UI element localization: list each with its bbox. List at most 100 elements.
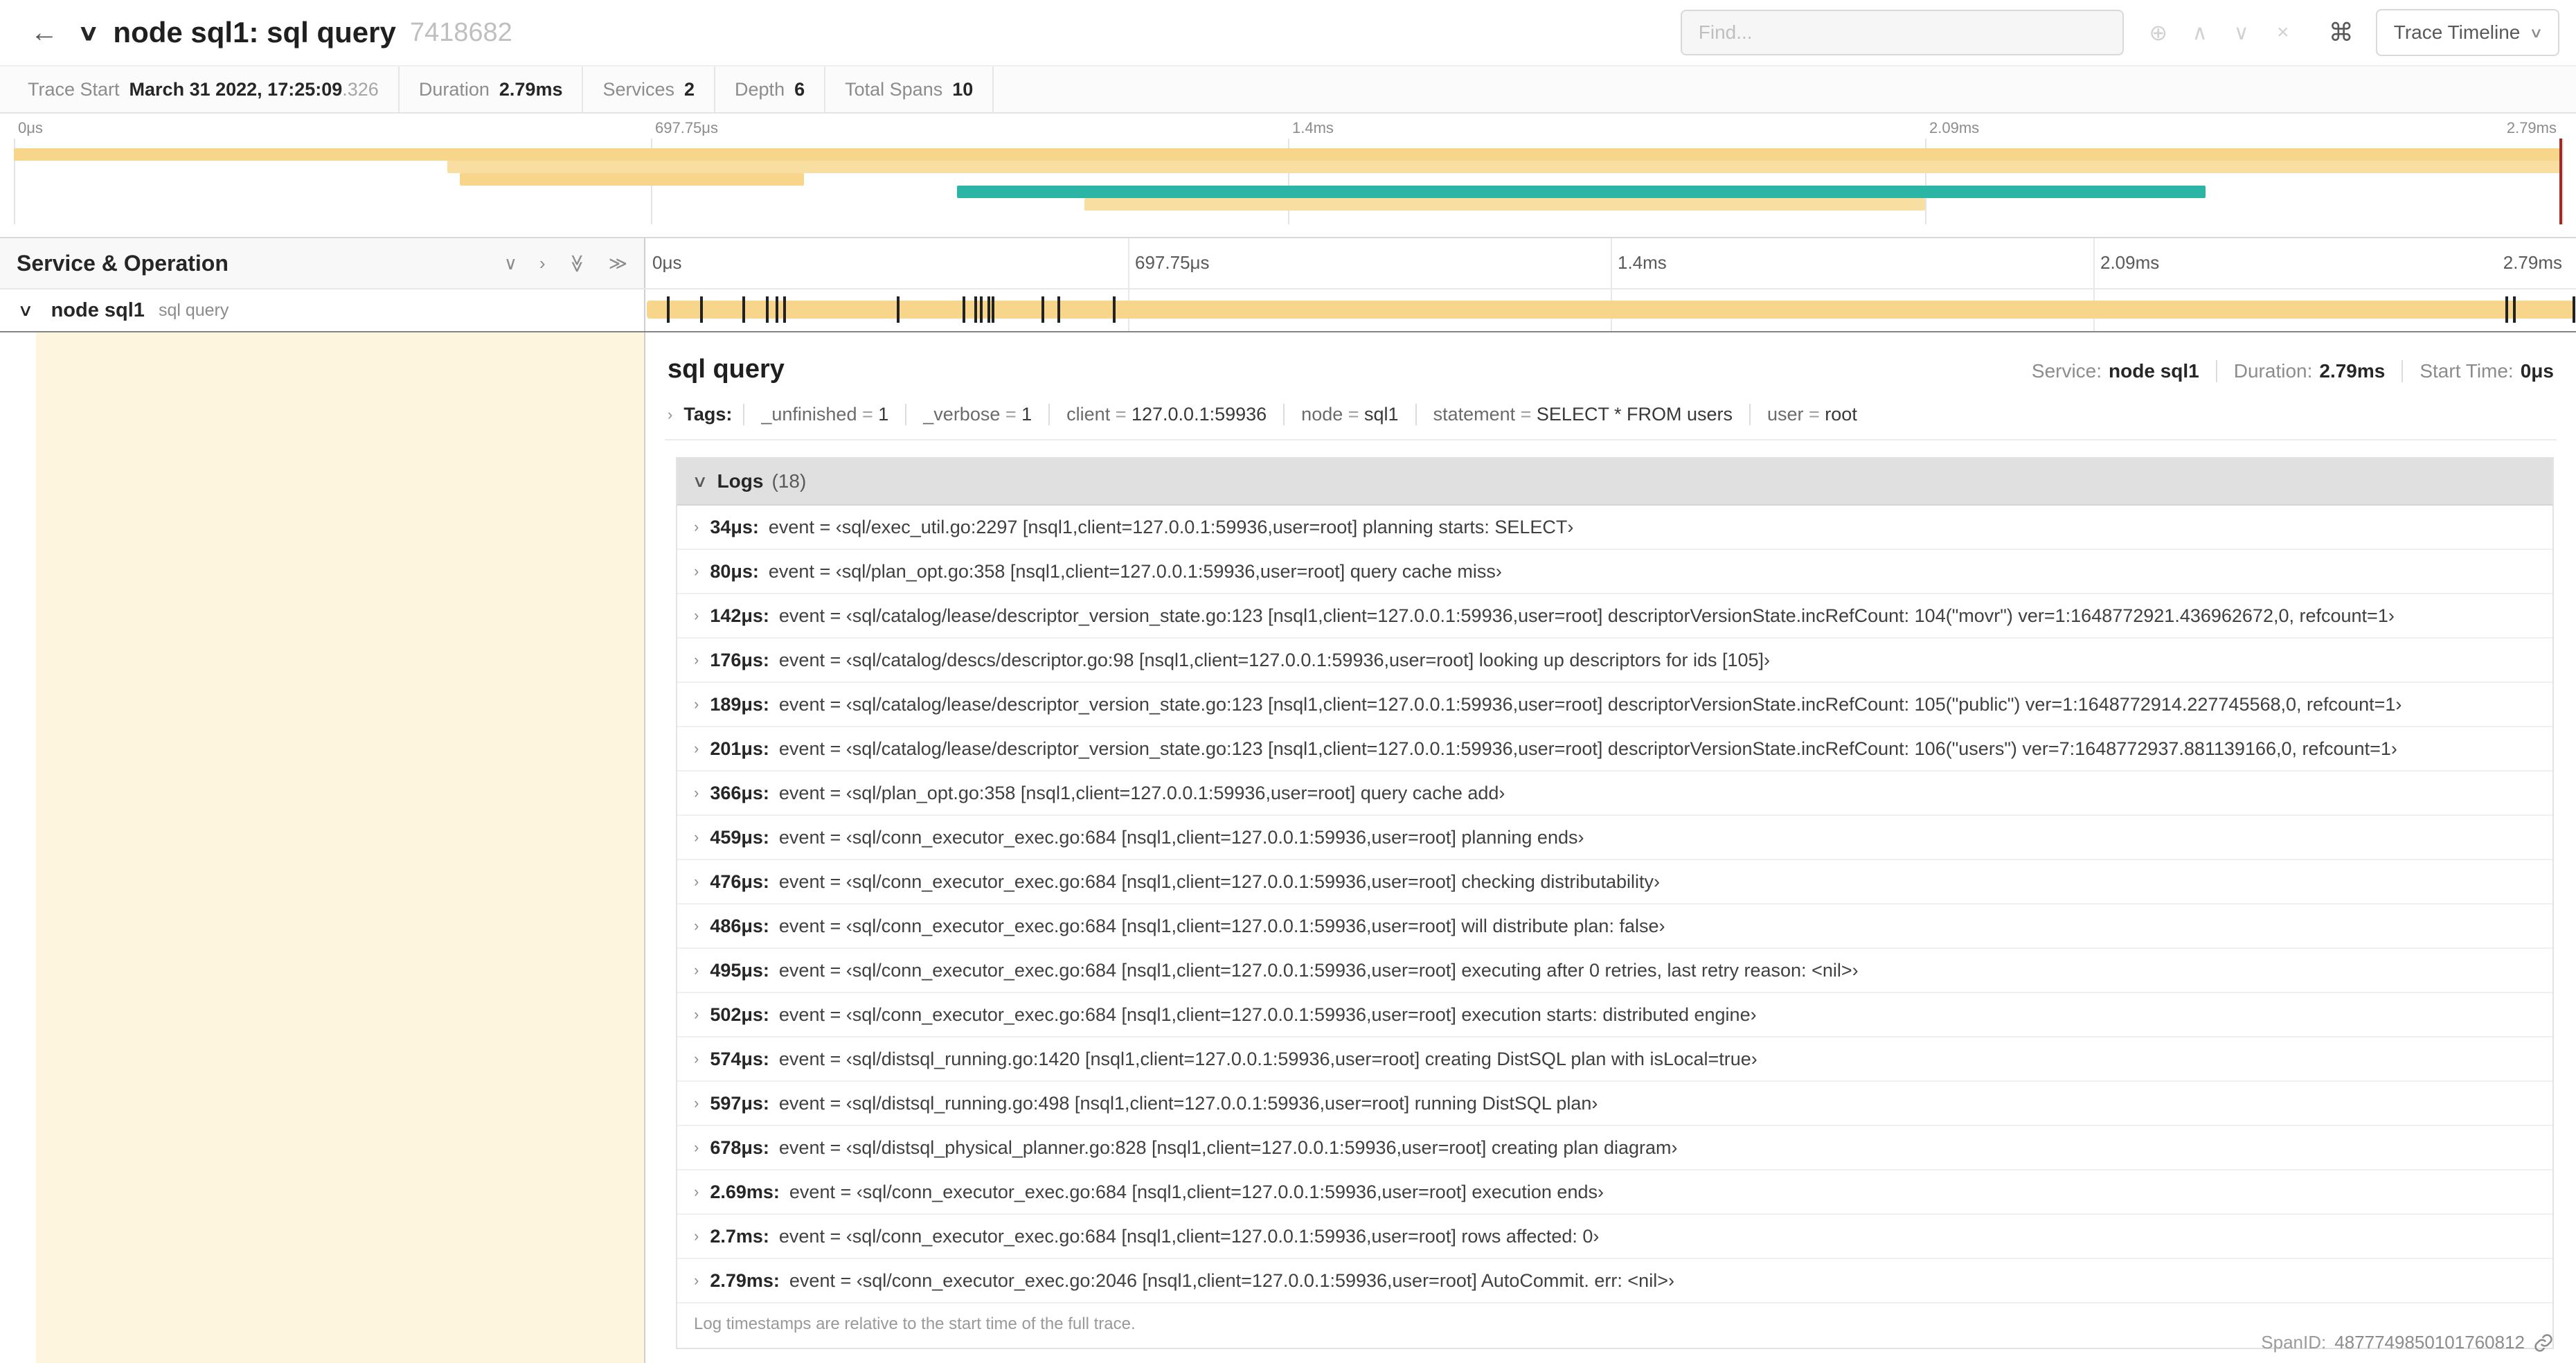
timeline-tick-label: 1.4ms [1618,252,1667,273]
log-row[interactable]: › 502μs: event = ‹sql/conn_executor_exec… [677,993,2552,1037]
timeline-header-row: Service & Operation ∨ › ≫ ≫ 0μs 697.75μs 1.4m… [0,238,2576,289]
summary-value: March 31 2022, 17:25:09 [129,78,343,100]
log-row[interactable]: › 366μs: event = ‹sql/plan_opt.go:358 [n… [677,772,2552,816]
top-bar-right: ⊕ ∧ ∨ × ⌘ Trace Timeline ∨ [1680,9,2559,56]
summary-label: Services [602,78,674,100]
log-row[interactable]: › 176μs: event = ‹sql/catalog/descs/desc… [677,639,2552,683]
timeline-tick-label: 697.75μs [1135,252,1210,273]
tags-label: Tags: [683,404,733,425]
chevron-right-icon: › [694,784,699,801]
prev-match-icon[interactable]: ∧ [2179,21,2221,45]
minimap-span-bar [956,186,2206,198]
log-marker-tick [2512,296,2516,323]
log-row[interactable]: › 142μs: event = ‹sql/catalog/lease/desc… [677,594,2552,639]
span-duration-bar[interactable] [647,301,2575,319]
trace-collapse-icon[interactable]: ∨ [78,19,100,46]
timeline-tick-label: 2.79ms [2503,252,2562,273]
log-event-text: event = ‹sql/plan_opt.go:358 [nsql1,clie… [778,782,1505,803]
log-event-text: event = ‹sql/exec_util.go:2297 [nsql1,cl… [768,516,1574,537]
log-event-text: event = ‹sql/distsql_running.go:1420 [ns… [778,1048,1757,1069]
service-operation-header: Service & Operation ∨ › ≫ ≫ [0,238,645,288]
log-event-text: event = ‹sql/conn_executor_exec.go:684 [… [778,915,1665,936]
timeline-tick-label: 0μs [652,252,682,273]
log-timestamp: 678μs: [710,1137,769,1158]
chevron-right-icon: › [694,1227,699,1245]
log-row[interactable]: › 201μs: event = ‹sql/catalog/lease/desc… [677,727,2552,772]
expand-collapse-icon[interactable]: ≫ [609,253,627,274]
span-detail-meta: Service: node sql1 Duration: 2.79ms Start … [2015,360,2554,382]
log-timestamp: 502μs: [710,1004,769,1025]
log-row[interactable]: › 476μs: event = ‹sql/conn_executor_exec… [677,860,2552,905]
tags-row[interactable]: › Tags: _unfinished = 1 _verbose = 1 clien… [665,404,2557,440]
chevron-right-icon: › [694,518,699,535]
service-operation-title: Service & Operation [17,250,229,276]
log-marker-tick [667,296,670,323]
log-row[interactable]: › 459μs: event = ‹sql/conn_executor_exec… [677,816,2552,860]
log-marker-tick [987,296,991,323]
chevron-down-icon[interactable]: ∨ [17,301,33,321]
log-timestamp: 176μs: [710,649,769,670]
log-row[interactable]: › 189μs: event = ‹sql/catalog/lease/desc… [677,683,2552,727]
log-event-text: event = ‹sql/conn_executor_exec.go:684 [… [778,959,1859,981]
view-selector-button[interactable]: Trace Timeline ∨ [2375,9,2559,56]
log-marker-tick [991,296,994,323]
span-service-name: node sql1 [51,299,145,321]
log-marker-tick [1113,296,1116,323]
back-button[interactable]: ← [30,17,58,48]
meta-duration: Duration: 2.79ms [2215,360,2402,382]
clear-search-icon[interactable]: × [2262,21,2304,44]
log-row[interactable]: › 2.69ms: event = ‹sql/conn_executor_exe… [677,1170,2552,1215]
tag-item: node = sql1 [1283,404,1415,425]
expand-collapse-icon[interactable]: ≫ [566,253,588,272]
meta-start-time: Start Time: 0μs [2401,360,2554,382]
log-row[interactable]: › 486μs: event = ‹sql/conn_executor_exec… [677,905,2552,949]
log-row[interactable]: › 2.79ms: event = ‹sql/conn_executor_exe… [677,1259,2552,1303]
log-event-text: event = ‹sql/conn_executor_exec.go:684 [… [778,826,1584,848]
log-timestamp: 201μs: [710,738,769,759]
log-timestamp: 597μs: [710,1092,769,1114]
link-icon[interactable] [2533,1333,2554,1353]
chevron-right-icon: › [668,405,673,423]
focus-matches-icon[interactable]: ⊕ [2138,19,2179,46]
log-timestamp: 495μs: [710,959,769,981]
expand-collapse-icon[interactable]: › [539,253,546,274]
chevron-down-icon: ∨ [2529,25,2543,41]
span-row[interactable]: ∨ node sql1 sql query [0,289,2576,331]
logs-section: ∨ Logs (18) › 34μs: event = ‹sql/exec_ut… [676,457,2554,1349]
page-title: node sql1: sql query [113,16,396,48]
log-row[interactable]: › 2.7ms: event = ‹sql/conn_executor_exec… [677,1215,2552,1259]
minimap-canvas[interactable] [14,139,2564,224]
span-row-timeline-cell[interactable] [645,289,2576,331]
log-row[interactable]: › 80μs: event = ‹sql/plan_opt.go:358 [ns… [677,550,2552,594]
log-marker-tick [963,296,966,323]
log-row[interactable]: › 495μs: event = ‹sql/conn_executor_exec… [677,949,2552,993]
chevron-right-icon: › [694,1139,699,1156]
next-match-icon[interactable]: ∨ [2221,21,2262,45]
minimap-time-label: 2.09ms [1929,119,1980,136]
log-row[interactable]: › 678μs: event = ‹sql/distsql_physical_p… [677,1126,2552,1170]
chevron-right-icon: › [694,1183,699,1200]
chevron-right-icon: › [694,1006,699,1023]
span-row-name-cell[interactable]: ∨ node sql1 sql query [0,289,645,331]
log-row[interactable]: › 574μs: event = ‹sql/distsql_running.go… [677,1037,2552,1082]
meta-service: Service: node sql1 [2031,360,2199,382]
log-marker-tick [1057,296,1060,323]
summary-value: 6 [794,78,805,100]
find-input[interactable] [1680,10,2124,55]
log-row[interactable]: › 597μs: event = ‹sql/distsql_running.go… [677,1082,2552,1126]
summary-value: 10 [952,78,974,100]
log-marker-tick [782,296,786,323]
expand-collapse-icon[interactable]: ∨ [504,253,517,274]
logs-header[interactable]: ∨ Logs (18) [677,458,2552,506]
log-event-text: event = ‹sql/conn_executor_exec.go:684 [… [778,871,1660,892]
minimap-span-bar [14,148,2562,161]
tag-item: statement = SELECT * FROM users [1415,404,1749,425]
log-row[interactable]: › 34μs: event = ‹sql/exec_util.go:2297 [… [677,506,2552,550]
minimap-time-label: 1.4ms [1292,119,1334,136]
chevron-down-icon: ∨ [692,472,708,491]
log-event-text: event = ‹sql/catalog/descs/descriptor.go… [778,649,1771,670]
top-bar: ← ∨ node sql1: sql query 7418682 ⊕ ∧ ∨ ×… [0,0,2576,65]
keyboard-shortcuts-button[interactable]: ⌘ [2329,18,2354,47]
chevron-right-icon: › [694,562,699,580]
trace-minimap: 0μs 697.75μs 1.4ms 2.09ms 2.79ms [0,114,2576,238]
